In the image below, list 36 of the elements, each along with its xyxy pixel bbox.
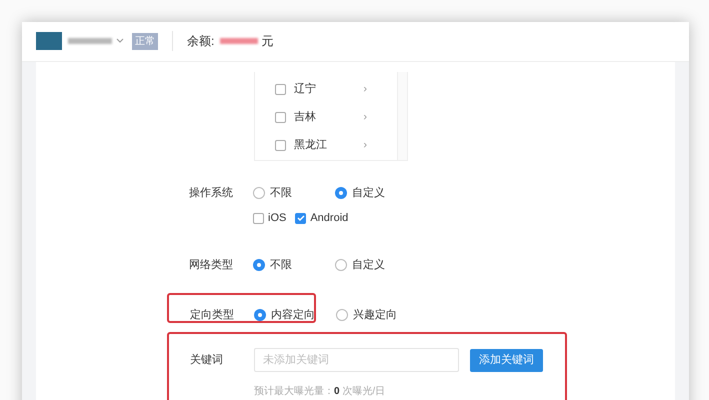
option-label: 自定义: [352, 186, 385, 200]
keyword-input-field[interactable]: 未添加关键词: [254, 348, 459, 372]
field-label: 操作系统: [189, 186, 234, 200]
chevron-down-icon[interactable]: [116, 38, 124, 44]
status-badge: 正常: [132, 32, 158, 50]
checkbox[interactable]: [253, 212, 264, 224]
option-label: 兴趣定向: [353, 308, 397, 323]
balance-label: 余额:: [187, 33, 214, 50]
exposure-estimate: 预计最大曝光量：0 次曝光/日: [254, 384, 386, 399]
option-label: 自定义: [352, 258, 385, 272]
option-label: 不限: [270, 186, 292, 200]
checkbox[interactable]: [275, 112, 286, 123]
radio-button[interactable]: [336, 309, 348, 322]
logo-icon: [36, 32, 62, 50]
radio-button[interactable]: [253, 258, 265, 271]
radio-button[interactable]: [335, 186, 347, 199]
option-label: Android: [310, 211, 348, 226]
radio-button[interactable]: [253, 186, 265, 199]
field-label: 关键词: [190, 352, 224, 368]
region-list-item[interactable]: 黑龙江 ›: [255, 132, 397, 160]
radio-button[interactable]: [254, 309, 266, 322]
blurred-balance-amount: [220, 38, 258, 44]
region-list-item[interactable]: 吉林 ›: [255, 104, 397, 132]
checkbox[interactable]: [275, 84, 286, 95]
checkbox[interactable]: [295, 212, 306, 224]
blurred-account-name: [68, 38, 112, 44]
option-label: iOS: [268, 211, 286, 226]
add-keyword-button[interactable]: 添加关键词: [470, 348, 543, 372]
field-label: 定向类型: [190, 308, 235, 323]
option-label: 内容定向: [271, 308, 315, 323]
radio-button[interactable]: [335, 258, 347, 271]
currency-unit: 元: [261, 33, 274, 50]
region-list-item[interactable]: 辽宁 ›: [255, 76, 397, 104]
option-label: 不限: [270, 258, 292, 272]
checkbox[interactable]: [275, 140, 286, 151]
field-label: 网络类型: [189, 258, 234, 272]
